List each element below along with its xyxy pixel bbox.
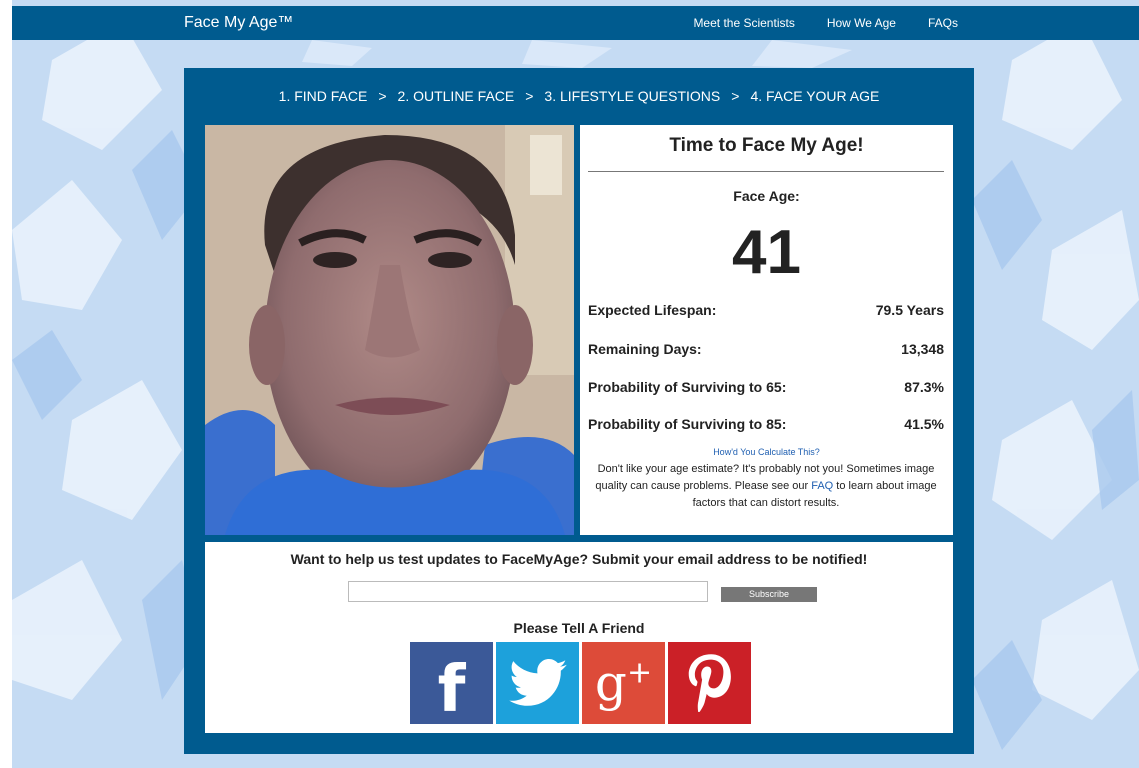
google-plus-share-button[interactable]: g+: [582, 642, 665, 724]
top-navbar: Face My Age™ Meet the Scientists How We …: [12, 6, 1139, 40]
progress-steps: 1. FIND FACE >2. OUTLINE FACE >3. LIFESTYL…: [184, 88, 974, 104]
main-panel: 1. FIND FACE >2. OUTLINE FACE >3. LIFESTYL…: [184, 68, 974, 754]
stat-value: 41.5%: [904, 416, 944, 432]
nav-faqs[interactable]: FAQs: [928, 16, 958, 30]
subscribe-button[interactable]: Subscribe: [721, 587, 817, 602]
nav-meet-the-scientists[interactable]: Meet the Scientists: [693, 16, 794, 30]
facebook-icon: f: [437, 653, 466, 727]
faq-link[interactable]: FAQ: [811, 480, 833, 492]
step-face-your-age: 4. FACE YOUR AGE: [750, 88, 880, 104]
stat-survive-65: Probability of Surviving to 65: 87.3%: [588, 379, 944, 399]
step-lifestyle-questions: 3. LIFESTYLE QUESTIONS: [544, 88, 721, 104]
stat-expected-lifespan: Expected Lifespan: 79.5 Years: [588, 302, 944, 322]
stat-value: 87.3%: [904, 379, 944, 395]
subscribe-heading: Want to help us test updates to FaceMyAg…: [290, 551, 868, 567]
stat-label: Remaining Days:: [588, 341, 702, 357]
step-outline-face: 2. OUTLINE FACE: [397, 88, 515, 104]
twitter-share-button[interactable]: [496, 642, 579, 724]
stat-label: Probability of Surviving to 65:: [588, 379, 787, 395]
stat-remaining-days: Remaining Days: 13,348: [588, 341, 944, 361]
google-plus-icon: g+: [595, 658, 652, 708]
nav-how-we-age[interactable]: How We Age: [827, 16, 896, 30]
stat-label: Expected Lifespan:: [588, 302, 717, 318]
brand-logo[interactable]: Face My Age™: [184, 6, 293, 40]
left-gutter: [0, 0, 12, 768]
face-age-label: Face Age:: [733, 188, 800, 204]
social-share-buttons: f g+: [410, 642, 751, 724]
estimate-disclaimer: Don't like your age estimate? It's proba…: [590, 461, 942, 512]
tell-a-friend-heading: Please Tell A Friend: [513, 620, 645, 636]
stat-label: Probability of Surviving to 85:: [588, 416, 787, 432]
stat-survive-85: Probability of Surviving to 85: 41.5%: [588, 416, 944, 436]
pinterest-icon: [688, 654, 731, 712]
main-nav: Meet the Scientists How We Age FAQs: [693, 6, 958, 40]
email-input[interactable]: [348, 581, 708, 602]
google-plus-icon-letter: g: [594, 654, 627, 712]
results-card: Time to Face My Age! Face Age: 41 Expect…: [580, 125, 953, 535]
face-photo: [205, 125, 574, 535]
facebook-share-button[interactable]: f: [410, 642, 493, 724]
how-calculated-link[interactable]: How'd You Calculate This?: [580, 447, 953, 457]
pinterest-share-button[interactable]: [668, 642, 751, 724]
subscribe-section: Want to help us test updates to FaceMyAg…: [205, 542, 953, 733]
step-separator: >: [525, 88, 534, 104]
results-title: Time to Face My Age!: [669, 135, 864, 156]
stat-value: 79.5 Years: [875, 302, 944, 318]
step-separator: >: [731, 88, 740, 104]
step-separator: >: [378, 88, 387, 104]
step-find-face: 1. FIND FACE: [278, 88, 368, 104]
google-plus-icon-plus: +: [626, 655, 653, 691]
face-age-value: 41: [732, 218, 801, 287]
divider: [588, 171, 944, 172]
twitter-icon: [508, 659, 567, 706]
stat-value: 13,348: [901, 341, 944, 357]
